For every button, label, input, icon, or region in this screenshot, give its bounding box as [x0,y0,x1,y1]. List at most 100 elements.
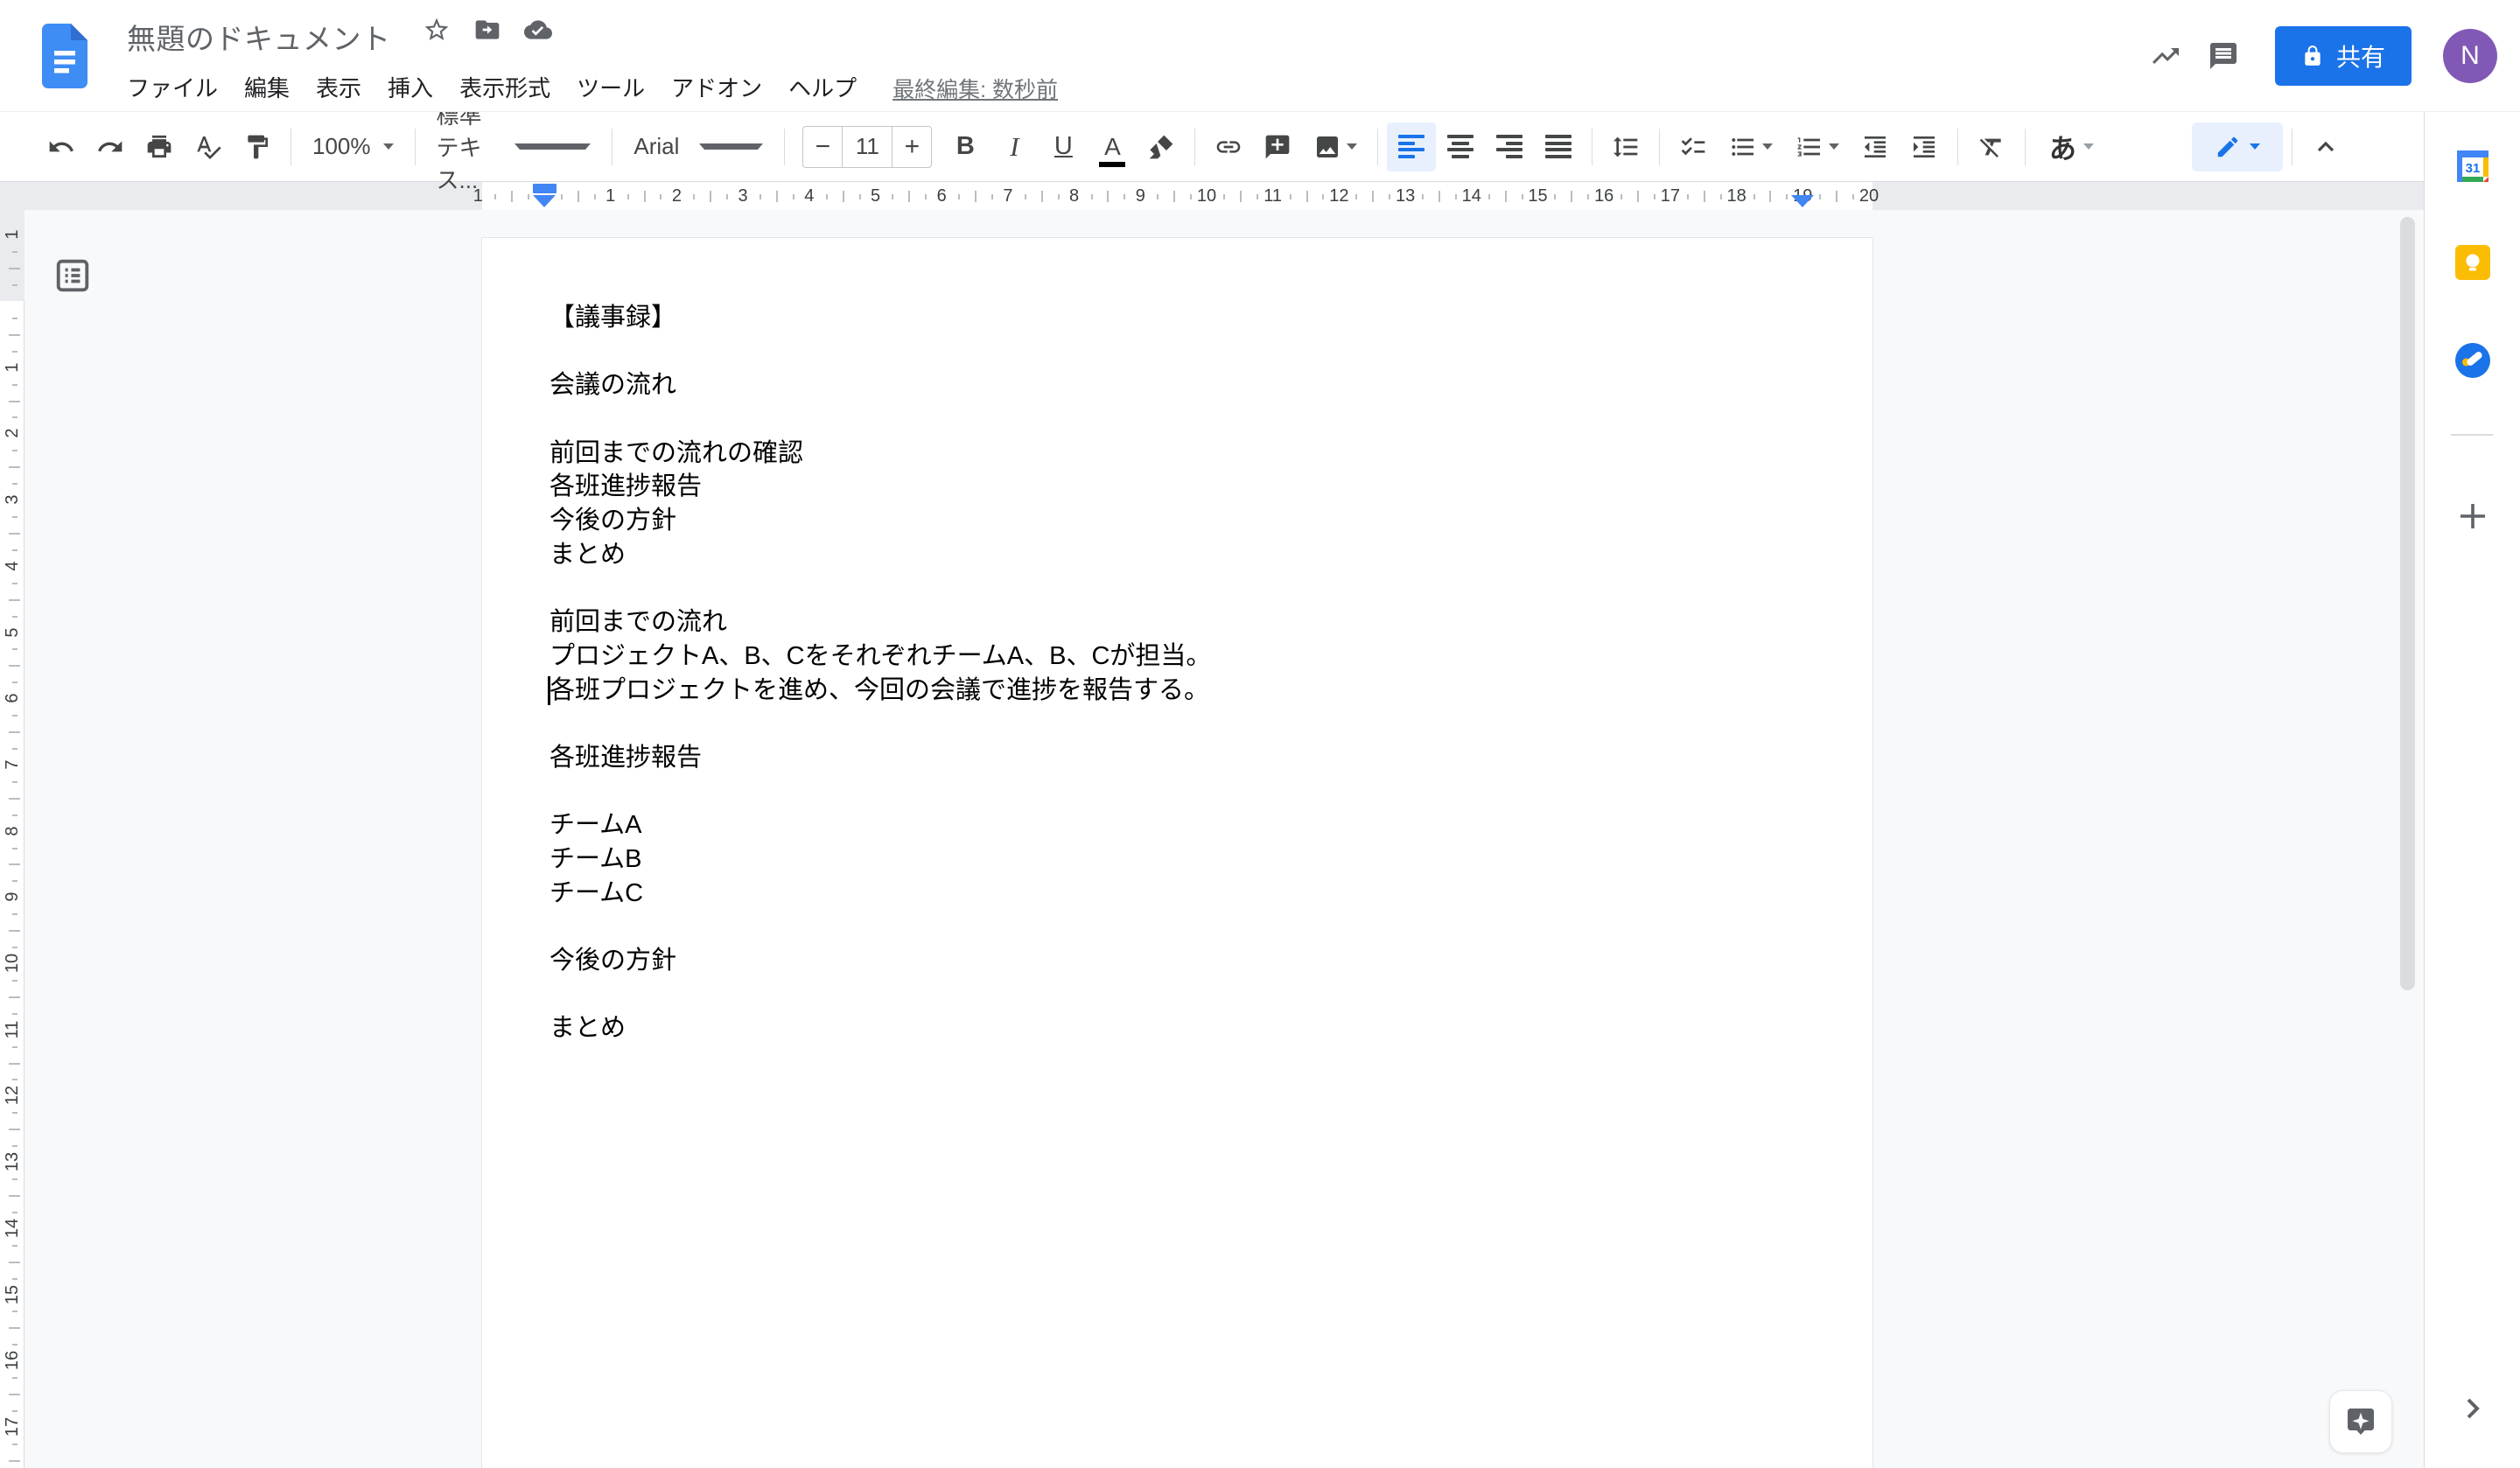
font-size-increase-button[interactable]: + [892,127,931,167]
align-left-button[interactable] [1387,122,1436,171]
doc-line[interactable]: 【議事録】 [550,301,1810,335]
doc-line[interactable]: 各班進捗報告 [550,741,1810,775]
doc-line[interactable]: チームA [550,808,1810,842]
zoom-select[interactable]: 100% [300,122,406,171]
menu-tools[interactable]: ツール [564,72,658,105]
text-color-button[interactable]: A [1088,122,1137,171]
doc-line[interactable]: 前回までの流れ [550,605,1810,640]
menu-format[interactable]: 表示形式 [446,72,564,105]
doc-line[interactable] [550,335,1810,369]
show-outline-icon[interactable] [52,255,93,296]
left-indent-marker[interactable] [533,195,556,207]
last-edit-link[interactable]: 最終編集: 数秒前 [892,73,1058,104]
add-comment-button[interactable] [1253,122,1302,171]
vertical-ruler[interactable]: 11234567891011121314151617 [0,210,24,1468]
menu-help[interactable]: ヘルプ [775,72,870,105]
first-line-indent-marker[interactable] [533,184,556,193]
doc-line[interactable]: まとめ [550,1011,1810,1045]
doc-line[interactable] [550,402,1810,437]
doc-line[interactable]: まとめ [550,538,1810,572]
doc-line[interactable] [550,775,1810,809]
document-text[interactable]: 【議事録】 会議の流れ 前回までの流れの確認各班進捗報告今後の方針まとめ 前回ま… [550,301,1810,1045]
doc-line[interactable] [550,910,1810,944]
justify-button[interactable] [1534,122,1583,171]
ruler-tick [12,516,18,518]
doc-line[interactable]: 前回までの流れの確認 [550,437,1810,471]
doc-line[interactable]: 今後の方針 [550,504,1810,538]
doc-line[interactable]: 各班進捗報告 [550,470,1810,504]
pencil-icon [2215,134,2241,160]
star-icon[interactable] [423,16,451,48]
ruler-tick [1091,194,1093,199]
spellcheck-button[interactable] [184,122,233,171]
google-calendar-icon[interactable]: 31 [2452,145,2494,187]
hide-side-panel-button[interactable] [2455,1391,2490,1426]
docs-logo-icon[interactable] [42,24,88,88]
explore-button[interactable] [2329,1390,2392,1453]
cloud-saved-icon[interactable] [524,16,552,48]
editing-mode-button[interactable] [2192,122,2283,171]
doc-line[interactable]: プロジェクトA、B、CをそれぞれチームA、B、Cが担当。 [550,640,1810,674]
menu-file[interactable]: ファイル [127,72,231,105]
doc-line[interactable]: 各班プロジェクトを進め、今回の会議で進捗を報告する。 [550,674,1810,708]
font-size-value[interactable]: 11 [842,127,892,167]
page[interactable]: 【議事録】 会議の流れ 前回までの流れの確認各班進捗報告今後の方針まとめ 前回ま… [482,238,1872,1468]
menu-insert[interactable]: 挿入 [374,72,446,105]
increase-indent-button[interactable] [1900,122,1949,171]
right-indent-marker[interactable] [1791,195,1814,207]
doc-line[interactable] [550,572,1810,606]
menu-addons[interactable]: アドオン [658,72,775,105]
font-value: Arial [634,133,687,160]
comments-icon[interactable] [2194,27,2252,85]
highlight-color-button[interactable] [1137,122,1186,171]
input-tools-button[interactable]: あ [2034,122,2108,171]
ruler-number: 3 [0,487,25,512]
ruler-tick [9,1063,20,1065]
vertical-scrollbar[interactable] [2400,217,2415,990]
print-button[interactable] [135,122,184,171]
paragraph-style-select[interactable]: 標準テキス... [424,122,604,171]
horizontal-ruler[interactable]: 11234567891011121314151617181920 [0,182,2520,210]
decrease-indent-button[interactable] [1851,122,1900,171]
doc-line[interactable]: チームB [550,842,1810,877]
account-avatar[interactable]: N [2443,29,2497,83]
font-size-decrease-button[interactable]: − [803,127,842,167]
underline-button[interactable]: U [1039,122,1088,171]
google-tasks-icon[interactable] [2452,339,2494,381]
checklist-button[interactable] [1669,122,1718,171]
redo-button[interactable] [86,122,135,171]
doc-line[interactable] [550,978,1810,1012]
insights-icon[interactable] [2137,27,2194,85]
menu-view[interactable]: 表示 [303,72,374,105]
align-right-button[interactable] [1485,122,1534,171]
menu-edit[interactable]: 編集 [231,72,303,105]
move-folder-icon[interactable] [473,16,501,48]
get-addons-button[interactable] [2452,495,2494,537]
numbered-list-button[interactable] [1784,122,1851,171]
line-spacing-button[interactable] [1601,122,1650,171]
ruler-tick [12,583,18,584]
ruler-tick [1190,194,1192,199]
clear-formatting-button[interactable] [1967,122,2016,171]
ruler-number: 16 [0,1348,25,1373]
align-center-button[interactable] [1436,122,1485,171]
doc-line[interactable]: 会議の流れ [550,368,1810,402]
ruler-tick [1240,191,1242,202]
bulleted-list-button[interactable] [1718,122,1784,171]
insert-image-button[interactable] [1302,122,1368,171]
document-title[interactable]: 無題のドキュメント [127,23,391,55]
bold-button[interactable]: B [941,122,990,171]
hide-menus-button[interactable] [2301,122,2350,171]
font-select[interactable]: Arial [621,122,775,171]
italic-button[interactable]: I [990,122,1039,171]
zoom-value: 100% [312,133,371,160]
ruler-tick [1505,191,1507,202]
undo-button[interactable] [37,122,86,171]
doc-line[interactable]: チームC [550,877,1810,911]
doc-line[interactable]: 今後の方針 [550,944,1810,978]
doc-line[interactable] [550,707,1810,741]
google-keep-icon[interactable] [2452,241,2494,283]
insert-link-button[interactable] [1204,122,1253,171]
paint-format-button[interactable] [233,122,282,171]
share-button[interactable]: 共有 [2275,26,2412,86]
